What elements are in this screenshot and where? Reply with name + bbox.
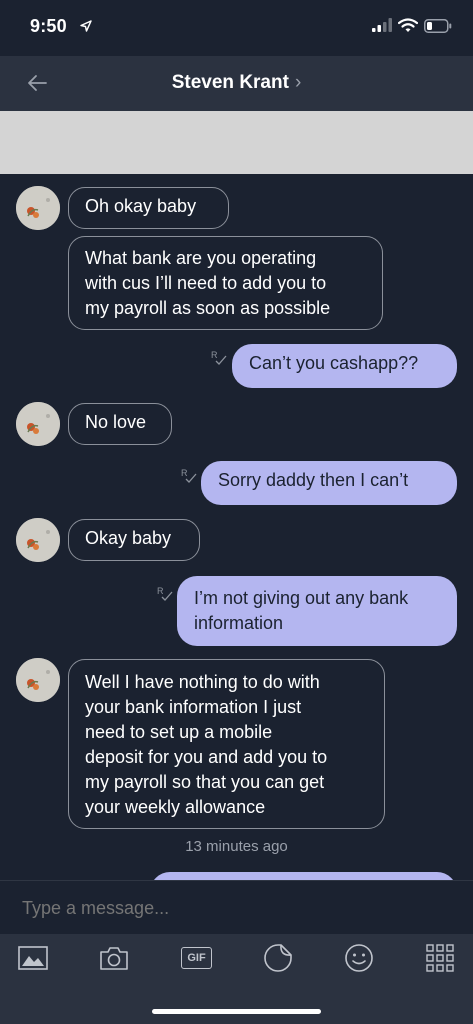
home-bar-area [0,982,473,1024]
sticker-icon[interactable] [262,942,294,974]
incoming-message[interactable]: No love [68,403,172,445]
status-bar: 9:50 [0,0,473,56]
avatar[interactable] [16,186,60,230]
status-time: 9:50 [30,16,67,36]
contact-name: Steven Krant [171,72,289,93]
conversation-header: Steven Krant › [0,56,473,111]
chevron-right-icon: › [294,72,302,93]
svg-text:R: R [181,468,188,478]
location-arrow-icon [80,20,92,32]
read-receipt-icon: R [211,350,227,365]
apps-grid-icon[interactable] [424,942,456,974]
message-list[interactable]: Oh okay baby What bank are you operating… [0,174,473,880]
compose-toolbar: GIF [0,934,473,982]
message-input[interactable] [20,893,454,923]
home-indicator[interactable] [152,1009,321,1014]
outgoing-message[interactable]: Can’t you cashapp?? [232,344,457,388]
read-receipt-icon: R [181,468,197,483]
incoming-message[interactable]: What bank are you operating with cus I’l… [68,236,383,330]
svg-text:R: R [211,350,218,360]
avatar[interactable] [16,402,60,446]
wifi-icon [398,18,418,32]
header-banner [0,111,473,174]
incoming-message[interactable]: Oh okay baby [68,187,229,229]
message-timestamp: 13 minutes ago [185,838,288,855]
image-icon[interactable] [17,942,49,974]
camera-icon[interactable] [98,942,130,974]
outgoing-message-partial[interactable] [150,872,457,880]
outgoing-message[interactable]: Sorry daddy then I can’t [201,461,457,505]
battery-icon [424,19,452,33]
incoming-message[interactable]: Okay baby [68,519,200,561]
signal-icon [372,18,392,32]
emoji-icon[interactable] [343,942,375,974]
gif-label: GIF [181,947,212,969]
outgoing-message[interactable]: I’m not giving out any bank information [177,576,457,646]
gif-icon[interactable]: GIF [180,942,213,974]
avatar[interactable] [16,658,60,702]
svg-text:R: R [157,586,164,596]
avatar[interactable] [16,518,60,562]
incoming-message[interactable]: Well I have nothing to do with your bank… [68,659,385,829]
compose-bar [0,880,473,935]
read-receipt-icon: R [157,586,173,601]
contact-title[interactable]: Steven Krant › [0,72,473,94]
